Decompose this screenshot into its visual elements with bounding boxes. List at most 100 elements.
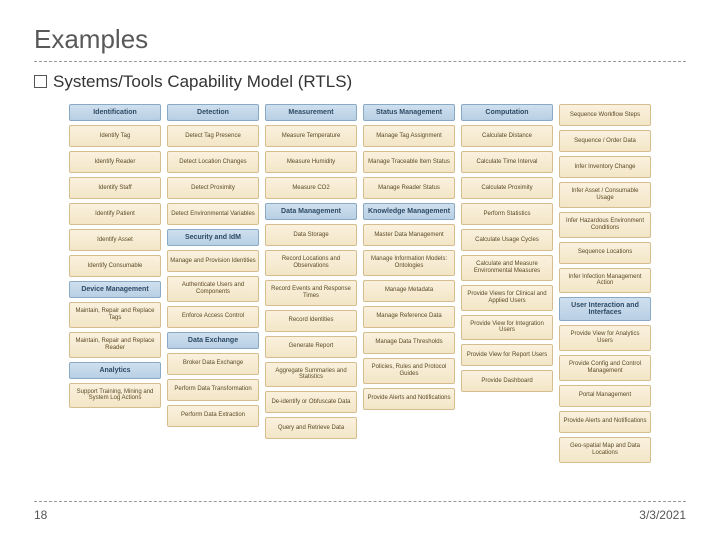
capability-item: Provide Alerts and Notifications [559,411,651,433]
capability-item: Data Storage [265,224,357,246]
capability-item: Provide View for Integration Users [461,315,553,341]
slide-body: Examples Systems/Tools Capability Model … [0,0,720,463]
capability-diagram: Identification Identify Tag Identify Reade… [65,104,655,463]
capability-item: Provide View for Report Users [461,344,553,366]
capability-group: Status ManagementManage Tag AssignmentMa… [363,104,455,199]
capability-item: Calculate Time Interval [461,151,553,173]
capability-item: Calculate Proximity [461,177,553,199]
capability-group: Data Management Data Storage Record Locati… [265,203,357,439]
capability-item: Manage Information Models: Ontologies [363,250,455,276]
capability-item: Query and Retrieve Data [265,417,357,439]
capability-item: Broker Data Exchange [167,353,259,375]
capability-item: Manage Reference Data [363,306,455,328]
capability-item: Master Data Management [363,224,455,246]
diagram-column: Sequence Workflow Steps Sequence / Order … [559,104,651,463]
capability-item: Record Events and Response Times [265,280,357,306]
capability-group: Security and IdMManage and Provision Ide… [167,229,259,328]
capability-item: Identify Asset [69,229,161,251]
diagram-column: Measurement Measure Temperature Measure Hu… [265,104,357,463]
capability-item: Perform Data Extraction [167,405,259,427]
group-header: Data Management [265,203,357,220]
capability-item: Infer Asset / Consumable Usage [559,182,651,208]
capability-item: De-identify or Obfuscate Data [265,391,357,413]
capability-item: Portal Management [559,385,651,407]
capability-item: Identify Consumable [69,255,161,277]
capability-item: Provide Alerts and Notifications [363,388,455,410]
capability-item: Provide View for Analytics Users [559,325,651,351]
capability-item: Identify Staff [69,177,161,199]
diagram-column: Status ManagementManage Tag AssignmentMa… [363,104,455,463]
capability-item: Detect Location Changes [167,151,259,173]
group-header: Measurement [265,104,357,121]
capability-item: Manage Tag Assignment [363,125,455,147]
capability-item: Infer Inventory Change [559,156,651,178]
capability-item: Provide Dashboard [461,370,553,392]
diagram-column: Computation Calculate Distance Calculate T… [461,104,553,463]
capability-item: Sequence Workflow Steps [559,104,651,126]
capability-group: Provide Views for Clinical and Applied U… [461,285,553,393]
capability-item: Calculate and Measure Environmental Meas… [461,255,553,281]
capability-item: Calculate Usage Cycles [461,229,553,251]
capability-item: Manage Metadata [363,280,455,302]
capability-group: Measurement Measure Temperature Measure Hu… [265,104,357,199]
capability-item: Geo-spatial Map and Data Locations [559,437,651,463]
capability-item: Record Locations and Observations [265,250,357,276]
capability-item: Detect Proximity [167,177,259,199]
subtitle-rest: Capability Model (RTLS) [167,72,352,91]
group-header: Identification [69,104,161,121]
capability-group: Sequence Workflow Steps Sequence / Order … [559,104,651,293]
capability-group: Analytics Support Training, Mining and Sy… [69,362,161,409]
capability-item: Identify Reader [69,151,161,173]
capability-group: User Interaction and Interfaces Provide V… [559,297,651,462]
capability-group: Knowledge Management Master Data Manageme… [363,203,455,410]
date-label: 3/3/2021 [639,508,686,522]
capability-item: Identify Tag [69,125,161,147]
capability-item: Policies, Rules and Protocol Guides [363,358,455,384]
capability-item: Perform Data Transformation [167,379,259,401]
capability-item: Support Training, Mining and System Log … [69,383,161,409]
capability-item: Identify Patient [69,203,161,225]
group-header: Analytics [69,362,161,379]
capability-item: Maintain, Repair and Replace Tags [69,302,161,328]
group-header: Data Exchange [167,332,259,349]
group-header: Security and IdM [167,229,259,246]
capability-group: Identification Identify Tag Identify Reade… [69,104,161,277]
capability-item: Measure Temperature [265,125,357,147]
page-title: Examples [34,24,686,55]
capability-item: Infer Hazardous Environment Conditions [559,212,651,238]
capability-item: Maintain, Repair and Replace Reader [69,332,161,358]
diagram-column: Identification Identify Tag Identify Reade… [69,104,161,463]
capability-item: Record Identities [265,310,357,332]
footer: 18 3/3/2021 [34,501,686,522]
capability-item: Infer Infection Management Action [559,268,651,294]
page-number: 18 [34,508,47,522]
capability-item: Generate Report [265,336,357,358]
capability-group: Detection Detect Tag Presence Detect Locat… [167,104,259,225]
group-header: Knowledge Management [363,203,455,220]
capability-item: Calculate Distance [461,125,553,147]
capability-item: Manage Reader Status [363,177,455,199]
capability-item: Enforce Access Control [167,306,259,328]
capability-item: Detect Tag Presence [167,125,259,147]
diagram-column: Detection Detect Tag Presence Detect Locat… [167,104,259,463]
capability-item: Sequence Locations [559,242,651,264]
subtitle-bold: Systems/Tools [53,72,163,91]
capability-item: Measure Humidity [265,151,357,173]
capability-item: Sequence / Order Data [559,130,651,152]
capability-item: Provide Config and Control Management [559,355,651,381]
capability-group: Data Exchange Broker Data Exchange Perform… [167,332,259,427]
capability-item: Authenticate Users and Components [167,276,259,302]
capability-item: Manage Traceable Item Status [363,151,455,173]
group-header: Computation [461,104,553,121]
capability-item: Aggregate Summaries and Statistics [265,362,357,388]
group-header: Detection [167,104,259,121]
bullet-box-icon [34,75,47,88]
group-header: User Interaction and Interfaces [559,297,651,321]
group-header: Device Management [69,281,161,298]
capability-item: Perform Statistics [461,203,553,225]
capability-group: Device Management Maintain, Repair and Re… [69,281,161,358]
capability-item: Manage Data Thresholds [363,332,455,354]
capability-item: Detect Environmental Variables [167,203,259,225]
subtitle: Systems/Tools Capability Model (RTLS) [34,72,686,92]
capability-item: Measure CO2 [265,177,357,199]
